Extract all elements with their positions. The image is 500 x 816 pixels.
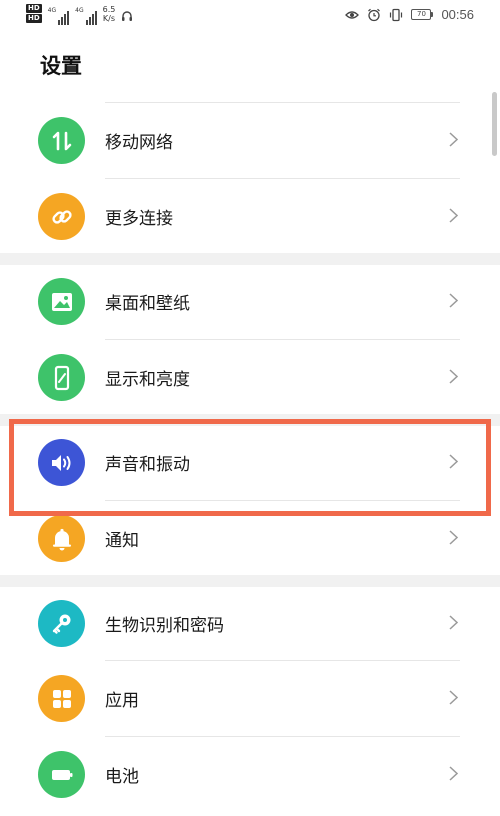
chevron-right-icon	[449, 208, 458, 223]
mobile-data-icon	[38, 117, 85, 164]
eye-comfort-icon	[345, 10, 360, 19]
menu-item-label: 通知	[105, 531, 139, 551]
hd-badge-2: HD	[26, 14, 42, 23]
menu-item-mobile-network[interactable]: 移动网络	[0, 102, 500, 178]
menu-item-more-connections[interactable]: 更多连接	[0, 178, 500, 254]
battery-icon	[38, 751, 85, 798]
hd-indicators: HD HD	[26, 4, 42, 23]
status-bar: HD HD 4G 4G 6.5 K/s 70 00:56	[0, 0, 500, 34]
menu-item-wallpaper[interactable]: 桌面和壁纸	[0, 263, 500, 339]
battery-indicator: 70	[411, 9, 434, 20]
signal-1-icon: 4G	[47, 7, 70, 25]
chevron-right-icon	[449, 615, 458, 630]
menu-item-apps[interactable]: 应用	[0, 660, 500, 736]
headset-icon	[122, 11, 133, 21]
display-icon	[38, 354, 85, 401]
chevron-right-icon	[449, 369, 458, 384]
menu-item-label: 声音和振动	[105, 455, 190, 475]
chevron-right-icon	[449, 454, 458, 469]
menu-item-notifications[interactable]: 通知	[0, 500, 500, 576]
apps-icon	[38, 675, 85, 722]
menu-item-label: 移动网络	[105, 133, 173, 153]
vibrate-icon	[390, 8, 403, 21]
key-icon	[38, 600, 85, 647]
network-type-2: 4G	[75, 7, 84, 14]
alarm-icon	[368, 8, 381, 21]
chevron-right-icon	[449, 530, 458, 545]
network-speed: 6.5 K/s	[103, 5, 116, 23]
wallpaper-icon	[38, 278, 85, 325]
menu-item-label: 更多连接	[105, 209, 173, 229]
chevron-right-icon	[449, 132, 458, 147]
hd-badge-1: HD	[26, 4, 42, 13]
menu-item-label: 显示和亮度	[105, 370, 190, 390]
speed-unit: K/s	[102, 14, 116, 23]
battery-level: 70	[411, 9, 432, 20]
menu-item-label: 生物识别和密码	[105, 616, 224, 636]
menu-item-battery[interactable]: 电池	[0, 736, 500, 812]
clock: 00:56	[441, 7, 474, 22]
menu-item-biometrics-password[interactable]: 生物识别和密码	[0, 585, 500, 661]
bell-icon	[38, 515, 85, 562]
speed-value: 6.5	[102, 5, 116, 14]
network-type-1: 4G	[47, 7, 57, 14]
status-left: HD HD 4G 4G 6.5 K/s	[26, 4, 133, 25]
sound-icon	[38, 439, 85, 486]
chevron-right-icon	[449, 766, 458, 781]
menu-item-label: 电池	[105, 767, 139, 787]
menu-item-sound-vibration[interactable]: 声音和振动	[0, 424, 500, 500]
signal-2-icon: 4G	[75, 7, 97, 25]
menu-item-label: 应用	[105, 691, 139, 711]
link-icon	[38, 193, 85, 240]
chevron-right-icon	[449, 690, 458, 705]
status-right: 70 00:56	[345, 7, 474, 22]
chevron-right-icon	[449, 293, 458, 308]
menu-item-label: 桌面和壁纸	[105, 294, 190, 314]
menu-item-display[interactable]: 显示和亮度	[0, 339, 500, 415]
page-title: 设置	[40, 54, 82, 78]
